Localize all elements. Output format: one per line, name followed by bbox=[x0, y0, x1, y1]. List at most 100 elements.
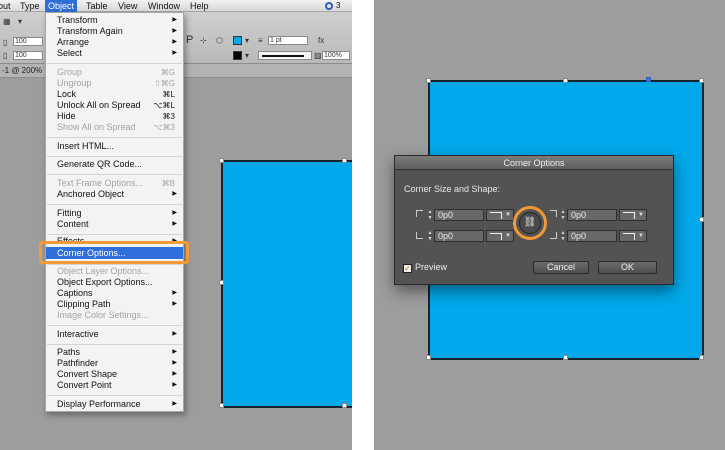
bottom-right-spinner[interactable]: ▲ ▼ bbox=[560, 230, 566, 242]
rotate-icon[interactable]: P bbox=[186, 35, 193, 46]
menu-layout[interactable]: out bbox=[0, 0, 11, 12]
menu-separator bbox=[47, 344, 182, 345]
selection-handle[interactable] bbox=[426, 355, 431, 360]
top-left-size-input[interactable]: 0p0 bbox=[434, 209, 484, 221]
menu-separator bbox=[47, 156, 182, 157]
menu-separator bbox=[47, 264, 182, 265]
bottom-right-corner-icon bbox=[550, 232, 557, 239]
corner-size-shape-heading: Corner Size and Shape: bbox=[404, 184, 501, 194]
highlight-callout bbox=[513, 206, 547, 240]
reference-point-icon[interactable]: ▦ bbox=[3, 18, 11, 26]
menu-item-pathfinder[interactable]: Pathfinder ▶ bbox=[46, 358, 183, 369]
transform-menu-icon[interactable]: ▾ bbox=[18, 18, 22, 26]
scale-x-field[interactable]: 100 bbox=[13, 37, 43, 46]
notification-count: 3 bbox=[336, 1, 341, 10]
fill-swatch[interactable] bbox=[233, 36, 242, 45]
menu-view[interactable]: View bbox=[118, 0, 137, 12]
ok-button[interactable]: OK bbox=[598, 261, 657, 274]
selection-handle[interactable] bbox=[342, 158, 347, 163]
menu-object[interactable]: Object bbox=[45, 0, 78, 12]
menu-item-object-export-options[interactable]: Object Export Options... bbox=[46, 277, 183, 288]
menu-item-hide[interactable]: Hide ⌘3 bbox=[46, 111, 183, 122]
menu-item-convert-point[interactable]: Convert Point ▶ bbox=[46, 380, 183, 391]
dialog-title: Corner Options bbox=[395, 156, 673, 170]
scale-y-icon: ▯ bbox=[3, 51, 8, 60]
stroke-weight-field[interactable]: 1 pt bbox=[268, 36, 308, 45]
menu-type[interactable]: Type bbox=[20, 0, 40, 12]
menu-item-convert-shape[interactable]: Convert Shape ▶ bbox=[46, 369, 183, 380]
selection-handle[interactable] bbox=[699, 355, 704, 360]
effects-icon[interactable]: fx bbox=[318, 37, 324, 45]
select-container-icon[interactable]: ⬡ bbox=[216, 37, 223, 45]
stroke-weight-icon: ≡ bbox=[258, 36, 263, 45]
selection-handle[interactable] bbox=[563, 355, 568, 360]
top-right-size-input[interactable]: 0p0 bbox=[567, 209, 617, 221]
bottom-left-corner-icon bbox=[416, 232, 423, 239]
creative-cloud-icon[interactable] bbox=[324, 1, 334, 11]
stroke-type-field[interactable] bbox=[258, 51, 312, 60]
menu-item-unlock-all-on-spread[interactable]: Unlock All on Spread ⌥⌘L bbox=[46, 100, 183, 111]
menu-item-lock[interactable]: Lock ⌘L bbox=[46, 89, 183, 100]
bottom-right-size-input[interactable]: 0p0 bbox=[567, 230, 617, 242]
cancel-button[interactable]: Cancel bbox=[533, 261, 589, 274]
stroke-swatch[interactable] bbox=[233, 51, 242, 60]
menu-separator bbox=[47, 395, 182, 396]
menu-item-transform[interactable]: Transform ▶ bbox=[46, 15, 183, 26]
preview-label: Preview bbox=[415, 262, 448, 272]
menu-item-transform-again[interactable]: Transform Again ▶ bbox=[46, 26, 183, 37]
fill-dropdown-icon[interactable]: ▾ bbox=[245, 37, 249, 45]
menu-window[interactable]: Window bbox=[148, 0, 180, 12]
menu-separator bbox=[47, 234, 182, 235]
top-right-corner-icon bbox=[550, 210, 557, 217]
object-menu: Transform ▶ Transform Again ▶ Arrange ▶ Sel… bbox=[45, 12, 184, 412]
menu-item-clipping-path[interactable]: Clipping Path ▶ bbox=[46, 299, 183, 310]
selection-handle[interactable] bbox=[219, 403, 224, 408]
selection-handle[interactable] bbox=[699, 217, 704, 222]
bottom-left-size-input[interactable]: 0p0 bbox=[434, 230, 484, 242]
top-left-shape-dropdown[interactable]: ▼ bbox=[486, 209, 514, 221]
document-tab[interactable]: -1 @ 200% bbox=[2, 66, 42, 76]
menu-help[interactable]: Help bbox=[190, 0, 209, 12]
opacity-icon: ▨ bbox=[314, 51, 322, 60]
menu-separator bbox=[47, 174, 182, 175]
selection-handle[interactable] bbox=[563, 78, 568, 83]
menu-item-anchored-object[interactable]: Anchored Object ▶ bbox=[46, 189, 183, 200]
bottom-left-spinner[interactable]: ▲ ▼ bbox=[427, 230, 433, 242]
bottom-left-shape-dropdown[interactable]: ▼ bbox=[486, 230, 514, 242]
selection-handle[interactable] bbox=[426, 78, 431, 83]
selection-handle[interactable] bbox=[699, 78, 704, 83]
menu-item-captions[interactable]: Captions ▶ bbox=[46, 288, 183, 299]
menu-table[interactable]: Table bbox=[86, 0, 108, 12]
top-left-spinner[interactable]: ▲ ▼ bbox=[427, 209, 433, 221]
menu-item-fitting[interactable]: Fitting ▶ bbox=[46, 208, 183, 219]
flip-icon[interactable]: ⊹ bbox=[200, 37, 207, 45]
menu-item-arrange[interactable]: Arrange ▶ bbox=[46, 37, 183, 48]
top-right-shape-dropdown[interactable]: ▼ bbox=[619, 209, 647, 221]
menu-item-generate-qr-code[interactable]: Generate QR Code... bbox=[46, 159, 183, 170]
menu-item-insert-html[interactable]: Insert HTML... bbox=[46, 141, 183, 152]
scale-y-field[interactable]: 100 bbox=[13, 51, 43, 60]
menu-item-object-layer-options: Object Layer Options... bbox=[57, 266, 150, 276]
scale-x-icon: ▯ bbox=[3, 38, 8, 47]
selected-rectangle-frame[interactable] bbox=[221, 160, 352, 408]
selection-handle[interactable] bbox=[342, 403, 347, 408]
menu-item-show-all-on-spread: Show All on Spread ⌥⌘3 bbox=[57, 122, 175, 132]
menu-separator bbox=[47, 63, 182, 64]
selection-handle[interactable] bbox=[219, 158, 224, 163]
menu-item-interactive[interactable]: Interactive ▶ bbox=[46, 329, 183, 340]
opacity-field[interactable]: 100% bbox=[322, 51, 350, 60]
menu-item-text-frame-options: Text Frame Options... ⌘B bbox=[57, 178, 175, 188]
preview-checkbox[interactable]: ✓ Preview bbox=[403, 262, 447, 273]
menu-item-group: Group ⌘G bbox=[57, 67, 175, 77]
top-left-corner-icon bbox=[416, 210, 423, 217]
corner-options-handle[interactable] bbox=[646, 77, 651, 82]
bottom-right-shape-dropdown[interactable]: ▼ bbox=[619, 230, 647, 242]
top-right-spinner[interactable]: ▲ ▼ bbox=[560, 209, 566, 221]
menu-item-select[interactable]: Select ▶ bbox=[46, 48, 183, 59]
stroke-dropdown-icon[interactable]: ▾ bbox=[245, 52, 249, 60]
menu-item-paths[interactable]: Paths ▶ bbox=[46, 347, 183, 358]
checkmark-icon: ✓ bbox=[403, 264, 412, 273]
menu-item-content[interactable]: Content ▶ bbox=[46, 219, 183, 230]
selection-handle[interactable] bbox=[219, 280, 224, 285]
menu-item-display-performance[interactable]: Display Performance ▶ bbox=[46, 399, 183, 410]
